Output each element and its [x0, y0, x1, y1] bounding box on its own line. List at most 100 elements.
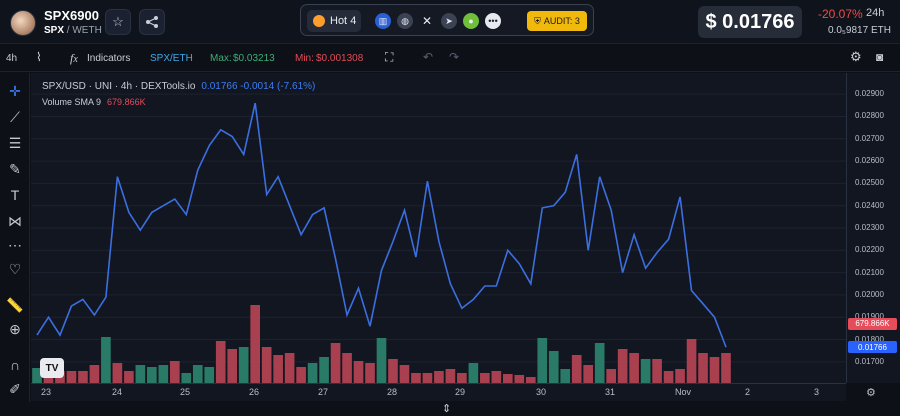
volume-bar	[686, 339, 697, 383]
price-axis[interactable]: 0.02900 0.02800 0.02700 0.02600 0.02500 0.024…	[846, 73, 900, 383]
y-tick-label: 0.02300	[855, 223, 884, 232]
website-globe-icon[interactable]: ◍	[397, 13, 413, 29]
min-label: Min:	[295, 53, 314, 64]
volume-bar	[468, 363, 479, 383]
chart-toolbar: 4h ⌇ fx Indicators SPX/ETH Max: $0.03213…	[0, 46, 900, 72]
heart-icon[interactable]: ♡	[5, 259, 25, 279]
chart-link-icon[interactable]: ▥	[375, 13, 391, 29]
fullscreen-icon[interactable]: ⛶	[385, 50, 393, 65]
x-tick-label: 25	[180, 387, 191, 397]
x-tick-label: 27	[318, 387, 329, 397]
y-tick-label: 0.02200	[855, 245, 884, 255]
volume-bar	[353, 361, 364, 383]
volume-bar	[583, 365, 594, 383]
volume-bar	[135, 365, 146, 383]
price-line	[36, 102, 727, 348]
volume-bar	[411, 373, 421, 383]
volume-badge: 679.866K	[848, 317, 897, 330]
text-tool-icon[interactable]: T	[5, 185, 25, 205]
volume-bar	[284, 353, 295, 383]
resize-handle-icon[interactable]: ⇕	[442, 402, 451, 415]
volume-bar	[319, 357, 329, 383]
brush-icon[interactable]: ✎	[5, 159, 25, 179]
magnet-icon[interactable]: ∩	[5, 355, 25, 375]
share-button[interactable]	[139, 9, 165, 35]
volume-bar	[204, 367, 215, 383]
volume-bar	[192, 365, 203, 383]
hot-rank-button[interactable]: Hot 4	[307, 10, 361, 32]
volume-bar	[147, 367, 157, 383]
camera-icon[interactable]: ◙	[876, 50, 883, 64]
volume-bar	[629, 353, 639, 383]
interval-select[interactable]: 4h	[6, 53, 17, 64]
crosshair-icon[interactable]: ✛	[5, 81, 25, 101]
redo-icon[interactable]: ↷	[449, 50, 459, 64]
volume-bar	[491, 371, 502, 383]
volume-bar	[227, 349, 238, 383]
volume-value: 679.866K	[107, 97, 146, 107]
legend-values: 0.01766 -0.0014 (-7.61%)	[201, 81, 316, 92]
tradingview-logo[interactable]: TV	[40, 358, 64, 378]
time-axis[interactable]: 23 24 25 26 27 28 29 30 31 Nov 2 3	[31, 383, 846, 401]
favorite-star-button[interactable]: ☆	[105, 9, 131, 35]
volume-bar	[422, 373, 433, 383]
coin-logo-icon[interactable]: ●	[463, 13, 479, 29]
x-tick-label: 26	[249, 387, 260, 397]
volume-bar	[273, 355, 283, 383]
min-value: $0.001308	[316, 53, 364, 64]
y-tick-label: 0.02500	[855, 178, 884, 188]
volume-bar	[709, 357, 720, 383]
x-tick-label: 30	[536, 387, 547, 397]
more-options-icon[interactable]: •••	[485, 13, 501, 29]
indicators-icon[interactable]: fx	[70, 51, 78, 66]
audit-badge[interactable]: ⛨ AUDIT: 3	[527, 11, 587, 31]
x-tick-label: 28	[387, 387, 398, 397]
hot-rank: 4	[350, 15, 357, 27]
x-twitter-icon[interactable]: ✕	[419, 13, 435, 29]
ruler-icon[interactable]: 📏	[5, 295, 25, 315]
y-tick-label: 0.02900	[855, 89, 884, 99]
volume-bar	[215, 341, 226, 383]
lock-drawing-icon[interactable]: ✐	[5, 379, 25, 399]
pair-sub: SPX / WETH	[44, 25, 102, 36]
pair-toggle-button[interactable]: SPX/ETH	[150, 53, 193, 64]
volume-bar	[617, 349, 628, 383]
zoom-in-icon[interactable]: ⊕	[5, 319, 25, 339]
shield-icon: ⛨	[534, 15, 541, 26]
volume-bar	[158, 365, 169, 383]
y-tick-label: 0.02100	[855, 267, 884, 277]
trendline-icon[interactable]: ⟋	[5, 107, 25, 127]
x-tick-label: 23	[41, 387, 52, 397]
volume-bar	[388, 359, 398, 383]
undo-icon[interactable]: ↶	[423, 50, 433, 64]
audit-label: AUDIT: 3	[543, 16, 580, 26]
current-price-badge: 0.01766	[848, 341, 897, 354]
volume-bar	[537, 338, 548, 383]
eth-price: 0.0₅9817 ETH	[828, 25, 891, 36]
price-display: $ 0.01766	[698, 6, 802, 38]
volume-bar	[296, 367, 306, 383]
pair-quote: WETH	[72, 25, 102, 36]
volume-bar	[457, 373, 467, 383]
settings-gear-icon[interactable]: ⚙	[850, 49, 862, 65]
volume-bar	[112, 363, 123, 383]
price-change: -20.07%	[818, 7, 863, 21]
pair-base: SPX	[44, 25, 65, 36]
y-tick-label: 0.01700	[855, 356, 884, 366]
axis-settings-icon[interactable]: ⚙	[866, 386, 876, 399]
price-chart[interactable]	[31, 73, 846, 383]
share-icon	[146, 16, 158, 28]
change-period: 24h	[866, 7, 885, 19]
x-tick-label: 24	[112, 387, 123, 397]
telegram-icon[interactable]: ➤	[441, 13, 457, 29]
hot-label: Hot	[330, 15, 348, 27]
volume-bar	[250, 305, 261, 383]
indicators-button[interactable]: Indicators	[87, 53, 130, 64]
volume-bar	[571, 355, 582, 383]
chart-type-icon[interactable]: ⌇	[36, 50, 42, 64]
measure-lines-icon[interactable]: ⋯	[5, 235, 25, 255]
volume-bar	[698, 353, 708, 383]
volume-bar	[330, 343, 341, 383]
horizontal-lines-icon[interactable]: ☰	[5, 133, 25, 153]
pattern-icon[interactable]: ⋈	[5, 211, 25, 231]
